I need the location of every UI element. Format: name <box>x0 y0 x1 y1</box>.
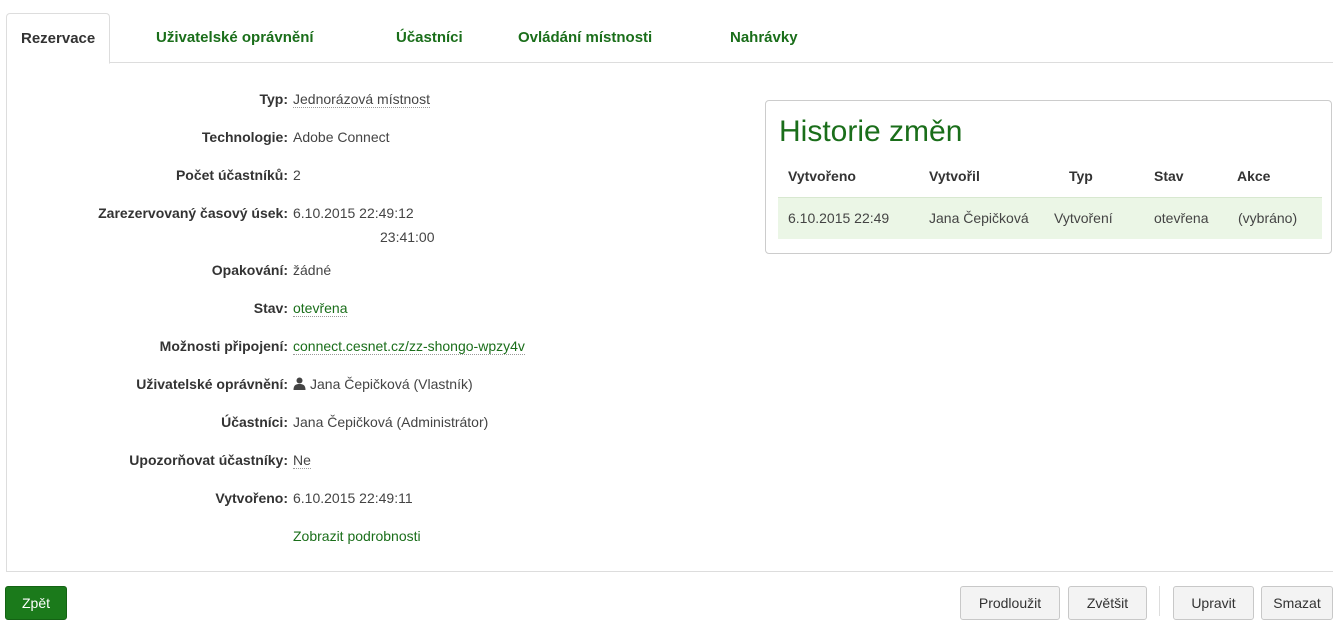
extend-button[interactable]: Prodloužit <box>960 586 1060 620</box>
detail-participants-count: Počet účastníků: 2 <box>0 167 720 189</box>
history-col-state: Stav <box>1154 168 1184 184</box>
tab-bar: Rezervace Uživatelské oprávnění Účastníc… <box>6 13 1333 64</box>
notify-value[interactable]: Ne <box>293 452 311 469</box>
notify-label: Upozorňovat účastníky: <box>129 452 288 468</box>
connection-link[interactable]: connect.cesnet.cz/zz-shongo-wpzy4v <box>293 338 525 355</box>
tab-user-permissions[interactable]: Uživatelské oprávnění <box>156 13 314 63</box>
detail-recurrence: Opakování: žádné <box>0 262 720 284</box>
state-label: Stav: <box>253 300 288 316</box>
detail-connection: Možnosti připojení: connect.cesnet.cz/zz… <box>0 338 720 360</box>
recurrence-label: Opakování: <box>211 262 288 278</box>
connection-label: Možnosti připojení: <box>159 338 288 354</box>
edit-button[interactable]: Upravit <box>1173 586 1254 620</box>
participants-count-value: 2 <box>293 167 301 183</box>
history-cell-author: Jana Čepičková <box>929 210 1029 226</box>
tab-participants[interactable]: Účastníci <box>396 13 463 63</box>
show-details-link[interactable]: Zobrazit podrobnosti <box>293 528 421 544</box>
tab-recordings[interactable]: Nahrávky <box>730 13 798 63</box>
change-history-panel: Historie změn Vytvořeno Vytvořil Typ Sta… <box>765 100 1332 254</box>
type-label: Typ: <box>259 91 288 107</box>
slot-label: Zarezervovaný časový úsek: <box>98 205 288 221</box>
detail-state: Stav: otevřena <box>0 300 720 322</box>
back-button[interactable]: Zpět <box>5 586 67 620</box>
button-separator <box>1159 586 1160 616</box>
delete-button[interactable]: Smazat <box>1261 586 1333 620</box>
detail-show-more: Zobrazit podrobnosti <box>0 528 720 550</box>
technology-value: Adobe Connect <box>293 129 390 145</box>
permissions-label: Uživatelské oprávnění: <box>136 376 288 392</box>
history-title: Historie změn <box>779 115 963 148</box>
history-cell-action: (vybráno) <box>1238 210 1298 226</box>
recurrence-value: žádné <box>293 262 332 278</box>
participants-count-label: Počet účastníků: <box>175 167 288 183</box>
type-value[interactable]: Jednorázová místnost <box>293 91 430 108</box>
technology-label: Technologie: <box>201 129 288 145</box>
permissions-value: Jana Čepičková (Vlastník) <box>310 376 473 392</box>
tab-room-control[interactable]: Ovládání místnosti <box>518 13 652 63</box>
detail-technology: Technologie: Adobe Connect <box>0 129 720 151</box>
history-col-created: Vytvořeno <box>788 168 856 184</box>
history-row: 6.10.2015 22:49 Jana Čepičková Vytvoření… <box>778 197 1322 239</box>
history-col-type: Typ <box>1069 168 1093 184</box>
detail-created: Vytvořeno: 6.10.2015 22:49:11 <box>0 490 720 512</box>
detail-time-slot: Zarezervovaný časový úsek: 6.10.2015 22:… <box>0 205 720 249</box>
detail-notify: Upozorňovat účastníky: Ne <box>0 452 720 474</box>
slot-start: 6.10.2015 22:49:12 <box>293 205 414 221</box>
created-value: 6.10.2015 22:49:11 <box>293 490 413 506</box>
permissions-value-wrap: Jana Čepičková (Vlastník) <box>293 376 473 392</box>
enlarge-button[interactable]: Zvětšit <box>1068 586 1147 620</box>
detail-permissions: Uživatelské oprávnění: Jana Čepičková (V… <box>0 376 720 398</box>
participants-label: Účastníci: <box>221 414 288 430</box>
detail-type: Typ: Jednorázová místnost <box>0 91 720 113</box>
detail-participants: Účastníci: Jana Čepičková (Administrátor… <box>0 414 720 436</box>
history-cell-type: Vytvoření <box>1054 210 1113 226</box>
history-col-action: Akce <box>1237 168 1271 184</box>
participants-value: Jana Čepičková (Administrátor) <box>293 414 489 430</box>
history-cell-created: 6.10.2015 22:49 <box>788 210 890 226</box>
user-icon <box>293 377 306 390</box>
history-cell-state: otevřena <box>1154 210 1209 226</box>
state-value[interactable]: otevřena <box>293 300 348 317</box>
slot-end: 23:41:00 <box>380 229 435 245</box>
created-label: Vytvořeno: <box>215 490 288 506</box>
tab-reservation[interactable]: Rezervace <box>6 13 111 64</box>
history-col-author: Vytvořil <box>929 168 980 184</box>
